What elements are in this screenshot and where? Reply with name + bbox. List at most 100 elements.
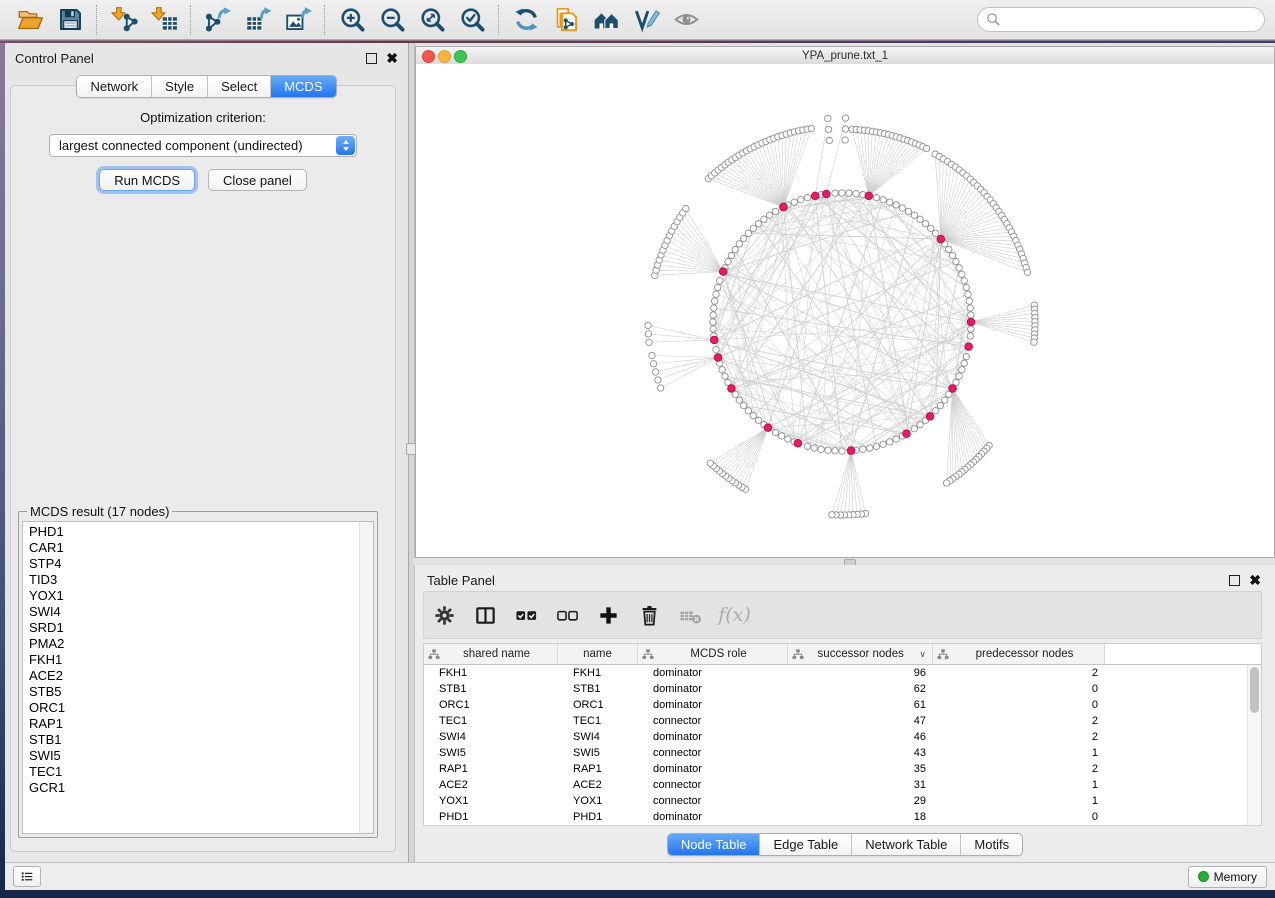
mcds-result-item[interactable]: PMA2 — [23, 636, 373, 652]
mcds-result-item[interactable]: RAP1 — [23, 716, 373, 732]
table-row[interactable]: PHD1PHD1dominator180 — [424, 809, 1261, 825]
vertical-splitter[interactable] — [408, 43, 415, 862]
mcds-result-item[interactable]: FKH1 — [23, 652, 373, 668]
table-scrollbar[interactable] — [1247, 665, 1261, 825]
table-row[interactable]: SWI4SWI4dominator462 — [424, 729, 1261, 745]
mcds-result-item[interactable]: PHD1 — [23, 524, 373, 540]
mcds-result-item[interactable]: ORC1 — [23, 700, 373, 716]
table-scrollbar-thumb[interactable] — [1250, 667, 1259, 713]
column-type-icon — [937, 649, 949, 660]
show-hide-graphics-icon — [673, 6, 700, 33]
mcds-result-list: PHD1CAR1STP4TID3YOX1SWI4SRD1PMA2FKH1ACE2… — [22, 521, 374, 834]
table-panel-close-button[interactable]: ✖ — [1249, 575, 1261, 585]
table-tab-motifs[interactable]: Motifs — [960, 834, 1022, 855]
zoom-out-button[interactable] — [372, 3, 412, 37]
close-panel-button[interactable]: Close panel — [208, 169, 307, 191]
tab-mcds[interactable]: MCDS — [270, 76, 335, 97]
column-header-predecessor-nodes[interactable]: predecessor nodes — [933, 644, 1105, 664]
style-editor-button[interactable] — [626, 3, 666, 37]
table-cell: 2 — [933, 713, 1105, 729]
table-cell: connector — [638, 793, 788, 809]
task-history-button[interactable] — [13, 866, 41, 887]
table-row[interactable]: TEC1TEC1connector472 — [424, 713, 1261, 729]
table-row[interactable]: STB1STB1dominator620 — [424, 681, 1261, 697]
deselect-all-button[interactable] — [547, 604, 588, 627]
save-session-button[interactable] — [50, 3, 90, 37]
mcds-list-scrollbar[interactable] — [359, 522, 373, 833]
column-settings-button[interactable] — [424, 604, 465, 627]
zoom-out-icon — [379, 6, 406, 33]
import-table-button[interactable] — [144, 3, 184, 37]
control-panel-close-button[interactable]: ✖ — [386, 53, 398, 63]
frame-close-button[interactable] — [422, 50, 435, 63]
table-cell: YOX1 — [424, 793, 558, 809]
mcds-result-item[interactable]: STB1 — [23, 732, 373, 748]
add-column-button[interactable] — [588, 604, 629, 627]
table-row[interactable]: ACE2ACE2connector311 — [424, 777, 1261, 793]
tab-network[interactable]: Network — [77, 76, 151, 97]
mcds-result-item[interactable]: YOX1 — [23, 588, 373, 604]
show-hide-graphics-button[interactable] — [666, 3, 706, 37]
mcds-result-item[interactable]: STP4 — [23, 556, 373, 572]
network-nodes[interactable] — [645, 115, 1038, 518]
column-header-shared-name[interactable]: shared name — [424, 644, 558, 664]
search-input[interactable] — [977, 7, 1265, 32]
select-all-button[interactable] — [506, 604, 547, 627]
frame-minimize-button[interactable] — [438, 50, 451, 63]
open-file-button[interactable] — [10, 3, 50, 37]
run-mcds-button[interactable]: Run MCDS — [99, 169, 195, 191]
mcds-result-item[interactable]: STB5 — [23, 684, 373, 700]
control-panel-float-button[interactable] — [366, 53, 377, 64]
table-tab-edge-table[interactable]: Edge Table — [759, 834, 851, 855]
zoom-selected-button[interactable] — [452, 3, 492, 37]
table-cell: SWI4 — [424, 729, 558, 745]
table-cell: 61 — [788, 697, 933, 713]
table-tab-network-table[interactable]: Network Table — [851, 834, 960, 855]
network-titlebar: YPA_prune.txt_1 — [416, 47, 1274, 65]
memory-button[interactable]: Memory — [1188, 866, 1267, 888]
export-table-button[interactable] — [238, 3, 278, 37]
node-table: shared namenameMCDS rolesuccessor nodes∨… — [423, 643, 1262, 826]
table-cell: dominator — [638, 809, 788, 825]
network-overview-button[interactable] — [586, 3, 626, 37]
list-menu-icon — [20, 868, 34, 885]
mcds-result-item[interactable]: SRD1 — [23, 620, 373, 636]
mcds-result-item[interactable]: SWI4 — [23, 604, 373, 620]
import-network-button[interactable] — [104, 3, 144, 37]
table-cell: 62 — [788, 681, 933, 697]
mcds-result-item[interactable]: TEC1 — [23, 764, 373, 780]
tab-select[interactable]: Select — [207, 76, 270, 97]
split-panel-button[interactable] — [465, 604, 506, 627]
horizontal-splitter[interactable] — [413, 558, 1275, 565]
zoom-in-button[interactable] — [332, 3, 372, 37]
table-panel-float-button[interactable] — [1229, 575, 1240, 586]
network-canvas[interactable] — [416, 64, 1274, 557]
export-image-button[interactable] — [278, 3, 318, 37]
table-cell: PHD1 — [558, 809, 638, 825]
table-row[interactable]: ORC1ORC1dominator610 — [424, 697, 1261, 713]
new-network-from-selection-button[interactable] — [546, 3, 586, 37]
table-row[interactable]: YOX1YOX1connector291 — [424, 793, 1261, 809]
table-row[interactable]: RAP1RAP1dominator352 — [424, 761, 1261, 777]
table-tab-node-table[interactable]: Node Table — [668, 834, 760, 855]
delete-column-button[interactable] — [629, 604, 670, 627]
column-header-name[interactable]: name — [558, 644, 638, 664]
zoom-in-icon — [339, 6, 366, 33]
mcds-result-item[interactable]: TID3 — [23, 572, 373, 588]
column-header-successor-nodes[interactable]: successor nodes∨ — [788, 644, 933, 664]
mcds-result-item[interactable]: ACE2 — [23, 668, 373, 684]
mcds-result-item[interactable]: SWI5 — [23, 748, 373, 764]
export-network-button[interactable] — [198, 3, 238, 37]
table-cell: dominator — [638, 761, 788, 777]
table-row[interactable]: SWI5SWI5connector431 — [424, 745, 1261, 761]
table-row[interactable]: FKH1FKH1dominator962 — [424, 665, 1261, 681]
mcds-result-item[interactable]: CAR1 — [23, 540, 373, 556]
refresh-button[interactable] — [506, 3, 546, 37]
optimization-criterion-select[interactable]: largest connected component (undirected) — [49, 134, 357, 157]
frame-maximize-button[interactable] — [454, 50, 467, 63]
mcds-result-item[interactable]: GCR1 — [23, 780, 373, 796]
tab-style[interactable]: Style — [151, 76, 207, 97]
zoom-fit-button[interactable] — [412, 3, 452, 37]
optimization-criterion-value: largest connected component (undirected) — [50, 138, 336, 153]
column-header-MCDS-role[interactable]: MCDS role — [638, 644, 788, 664]
